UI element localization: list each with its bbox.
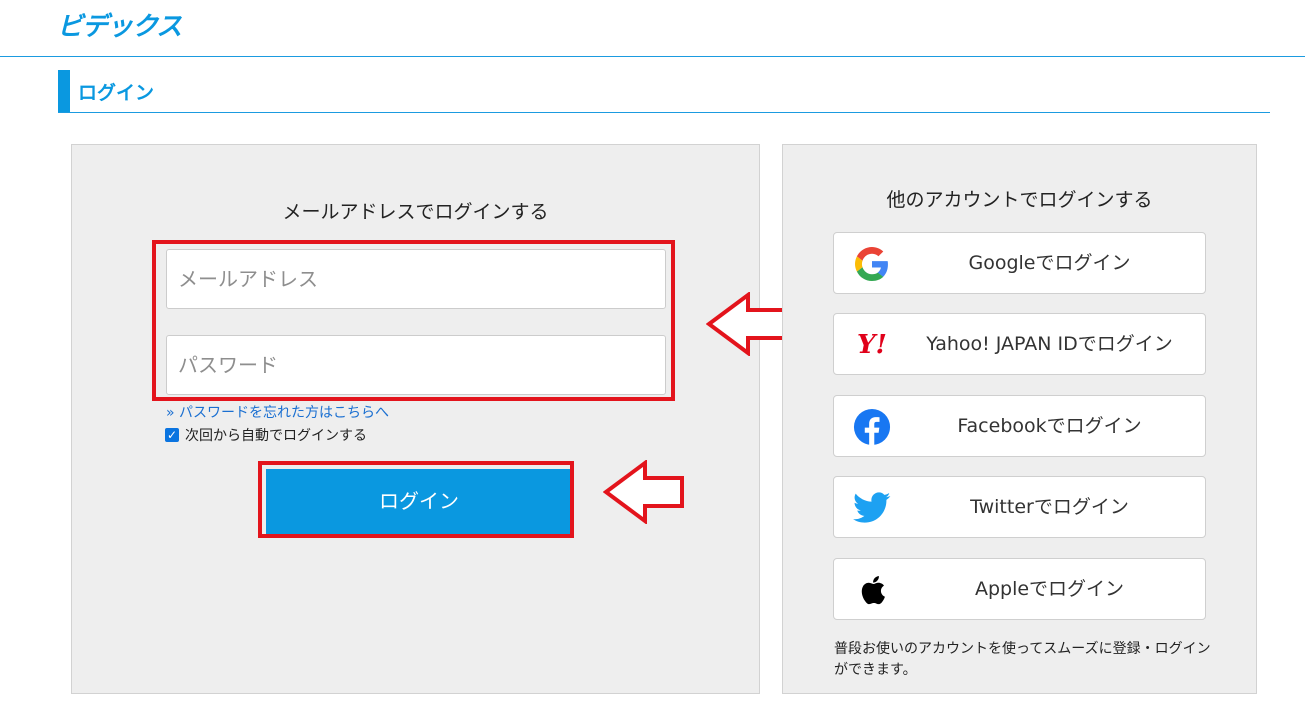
page-title: ログイン: [78, 82, 155, 104]
twitter-login-label: Twitterでログイン: [970, 496, 1129, 518]
yahoo-login-label: Yahoo! JAPAN IDでログイン: [926, 333, 1173, 355]
annotation-arrow-left-icon: [603, 460, 684, 524]
yahoo-japan-icon: Y!: [848, 327, 896, 363]
social-login-note: 普段お使いのアカウントを使ってスムーズに登録・ログインができます。: [834, 641, 1211, 678]
site-logo[interactable]: ビデックス: [57, 6, 182, 43]
facebook-login-label: Facebookでログイン: [957, 415, 1142, 437]
yahoo-login-button[interactable]: Y! Yahoo! JAPAN IDでログイン: [833, 313, 1206, 375]
facebook-icon: [852, 408, 892, 446]
social-login-heading: 他のアカウントでログインする: [886, 189, 1153, 211]
yahoo-logo-text: Y!: [857, 330, 887, 360]
annotation-arrow-left-icon: [706, 292, 787, 356]
google-login-label: Googleでログイン: [968, 252, 1131, 274]
apple-login-label: Appleでログイン: [974, 578, 1125, 600]
email-login-heading: メールアドレスでログインする: [282, 201, 549, 223]
section-title: ログイン: [58, 70, 1270, 113]
facebook-login-button[interactable]: Facebookでログイン: [833, 395, 1206, 457]
remember-me-checkbox[interactable]: ✓: [165, 428, 179, 442]
google-icon: [852, 246, 892, 282]
site-header: ビデックス: [0, 0, 1305, 57]
apple-icon: [852, 572, 892, 608]
twitter-icon: [852, 490, 892, 526]
annotation-highlight-inputs: [152, 240, 675, 401]
email-login-panel: メールアドレスでログインする » パスワードを忘れた方はこちらへ ✓ 次回から自…: [71, 144, 760, 694]
remember-me-row[interactable]: ✓ 次回から自動でログインする: [165, 425, 367, 445]
annotation-highlight-login-button: [258, 461, 574, 538]
twitter-login-button[interactable]: Twitterでログイン: [833, 476, 1206, 538]
social-login-panel: 他のアカウントでログインする Googleでログイン Y! Yahoo! JAP…: [782, 144, 1257, 694]
remember-me-label: 次回から自動でログインする: [185, 428, 367, 444]
google-login-button[interactable]: Googleでログイン: [833, 232, 1206, 294]
section-title-accent-bar: [58, 70, 70, 112]
apple-login-button[interactable]: Appleでログイン: [833, 558, 1206, 620]
forgot-password-link[interactable]: » パスワードを忘れた方はこちらへ: [166, 402, 389, 422]
